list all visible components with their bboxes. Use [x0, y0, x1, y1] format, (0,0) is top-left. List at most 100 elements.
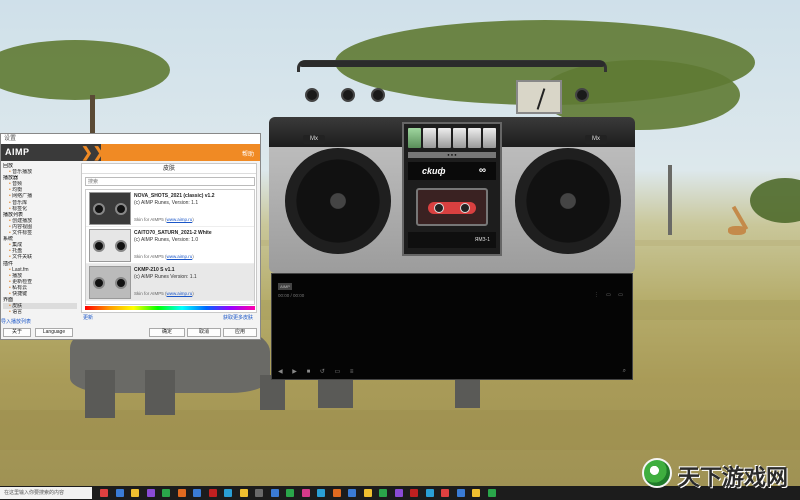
- skin-hue-slider[interactable]: [85, 306, 255, 310]
- skin-author: (c) AIMP Runes, Version: 1.1: [134, 200, 199, 206]
- acacia-tree-left: [0, 40, 170, 100]
- taskbar-app-icon[interactable]: [394, 489, 403, 497]
- settings-category-tree: 回放音乐播放播放器音频均衡网络广播音乐库标签化播放列表创建播放内容视图文件标签系…: [3, 163, 77, 343]
- skin-author: (c) AIMP Runes, Version: 1.0: [134, 237, 199, 243]
- watermark-text: 天下游戏网: [678, 466, 789, 491]
- vu-meter: [516, 80, 562, 114]
- left-speaker: [285, 148, 391, 254]
- taskbar-app-icon[interactable]: [487, 489, 496, 497]
- skin-list[interactable]: NOVA_SHOTS_2021 (classic) v1.2 (c) AIMP …: [85, 189, 255, 305]
- ok-button[interactable]: 确定: [149, 328, 185, 337]
- taskbar-app-icon[interactable]: [317, 489, 325, 497]
- rhino-leg: [318, 378, 353, 408]
- watermark-logo-icon: [642, 458, 672, 488]
- taskbar-app-icon[interactable]: [363, 489, 372, 497]
- taskbar-app-icon[interactable]: [425, 489, 434, 497]
- skin-name: CKMP-210 S v1.1: [134, 267, 175, 273]
- about-button[interactable]: 关于: [3, 328, 31, 337]
- get-more-skins-link[interactable]: 获取更多皮肤: [223, 314, 253, 321]
- site-watermark: 天下游戏网: [640, 456, 800, 491]
- aimp-logo: AIMP: [5, 147, 30, 157]
- skin-url-link[interactable]: www.aimp.ru: [167, 254, 193, 259]
- skin-list-item-selected[interactable]: CKMP-210 S v1.1 (c) AIMP Runes Version: …: [86, 264, 254, 301]
- settings-title: 设置: [4, 136, 17, 142]
- taskbar-app-icon[interactable]: [162, 489, 170, 497]
- taskbar-app-icon[interactable]: [100, 489, 108, 497]
- skin-url-link[interactable]: www.aimp.ru: [167, 291, 193, 296]
- pause-key[interactable]: [468, 128, 481, 148]
- skin-list-item[interactable]: NOVA_SHOTS_2021 (classic) v1.2 (c) AIMP …: [86, 190, 254, 227]
- search-icon[interactable]: ⌕: [623, 368, 626, 375]
- tape-reel-icon: [434, 203, 444, 213]
- play-key[interactable]: [408, 128, 421, 148]
- panel-header: 皮肤: [82, 164, 256, 174]
- taskbar-app-icon[interactable]: [270, 489, 279, 497]
- tuning-knob[interactable]: [575, 88, 589, 102]
- bush-right: [750, 178, 800, 223]
- player-lower-panel: AIMP 00:00 / 00:00 ⋮ ▭ ▭ ◀ ▶ ■ ↺ ▭ ≡ ⌕: [271, 273, 633, 380]
- brand-text: ckuф: [422, 166, 446, 176]
- deck-keys: [408, 128, 496, 148]
- volume-knob[interactable]: [305, 88, 319, 102]
- cassette-window: [428, 202, 476, 214]
- viz-badge[interactable]: AIMP: [278, 283, 292, 290]
- dead-tree-trunk: [668, 165, 672, 235]
- skin-list-item[interactable]: CAITO70_SATURN_2021-2 White (c) AIMP Run…: [86, 227, 254, 264]
- taskbar-app-icon[interactable]: [208, 489, 217, 497]
- taskbar-app-icon[interactable]: [348, 489, 356, 497]
- taskbar-app-icon[interactable]: [239, 489, 248, 497]
- taskbar-app-icon[interactable]: [255, 489, 263, 497]
- handle-grip[interactable]: [299, 61, 605, 67]
- apply-button[interactable]: 应用: [223, 328, 257, 337]
- help-link[interactable]: 帮助: [242, 149, 254, 158]
- taskbar-app-icon[interactable]: [441, 489, 449, 497]
- chevron-arrows-icon: ❯❯: [81, 144, 105, 160]
- taskbar-app-icon[interactable]: [379, 489, 387, 497]
- infinity-icon: ∞: [478, 165, 486, 176]
- skin-url-link[interactable]: www.aimp.ru: [167, 217, 193, 222]
- taskbar-app-icon[interactable]: [115, 489, 124, 497]
- stop-key[interactable]: [453, 128, 466, 148]
- taskbar-app-icon[interactable]: [472, 489, 480, 497]
- brand-orange-band: [101, 144, 260, 161]
- skin-thumbnail: [89, 229, 131, 262]
- taskbar-app-icon[interactable]: [286, 489, 294, 497]
- import-playlist-link[interactable]: 导入播放列表: [1, 318, 31, 325]
- language-button[interactable]: Language: [35, 328, 73, 337]
- cancel-button[interactable]: 取消: [187, 328, 221, 337]
- tree-item[interactable]: 语言: [3, 309, 77, 315]
- taskbar-search-input[interactable]: 在这里输入你要搜索的内容: [0, 487, 92, 499]
- taskbar-app-icon[interactable]: [131, 489, 139, 497]
- taskbar-app-icon[interactable]: [224, 489, 232, 497]
- taskbar-app-icon[interactable]: [193, 489, 201, 497]
- boombox-player-skin[interactable]: Mx Mx ● ● ● ckuф ∞ ЯМЗ-1: [269, 60, 635, 273]
- tone-knob[interactable]: [341, 88, 355, 102]
- record-key[interactable]: [483, 128, 496, 148]
- playlist-controls[interactable]: ◀ ▶ ■ ↺ ▭ ≡: [278, 368, 357, 375]
- panel-menu-icons[interactable]: ⋮ ▭ ▭: [594, 292, 626, 298]
- taskbar-app-icon[interactable]: [332, 489, 341, 497]
- balance-knob[interactable]: [371, 88, 385, 102]
- cassette-tape[interactable]: [416, 188, 488, 226]
- update-link[interactable]: 更新: [83, 314, 93, 321]
- skin-search-input[interactable]: 搜索: [85, 177, 255, 186]
- taskbar-app-icon[interactable]: [146, 489, 155, 497]
- taskbar-app-icon[interactable]: [301, 489, 310, 497]
- skin-author: (c) AIMP Runes Version: 1.1: [134, 274, 197, 280]
- deck-indicator-strip: ● ● ●: [408, 152, 496, 158]
- forward-key[interactable]: [438, 128, 451, 148]
- skin-link: Skin for AIMP5 (www.aimp.ru): [134, 217, 194, 222]
- taskbar-app-icon[interactable]: [177, 489, 186, 497]
- settings-title-bar[interactable]: 设置: [1, 134, 260, 144]
- settings-brand-bar: AIMP ❯❯ 帮助: [1, 144, 260, 161]
- skin-thumbnail: [89, 266, 131, 299]
- tape-reel-icon: [460, 203, 470, 213]
- skin-name: NOVA_SHOTS_2021 (classic) v1.2: [134, 193, 215, 199]
- rewind-key[interactable]: [423, 128, 436, 148]
- model-plate: ЯМЗ-1: [408, 232, 496, 248]
- rhino-leg: [455, 378, 480, 408]
- taskbar-app-icon[interactable]: [456, 489, 465, 497]
- taskbar-app-icon[interactable]: [410, 489, 418, 497]
- rhino-leg: [145, 370, 175, 415]
- right-speaker: [515, 148, 621, 254]
